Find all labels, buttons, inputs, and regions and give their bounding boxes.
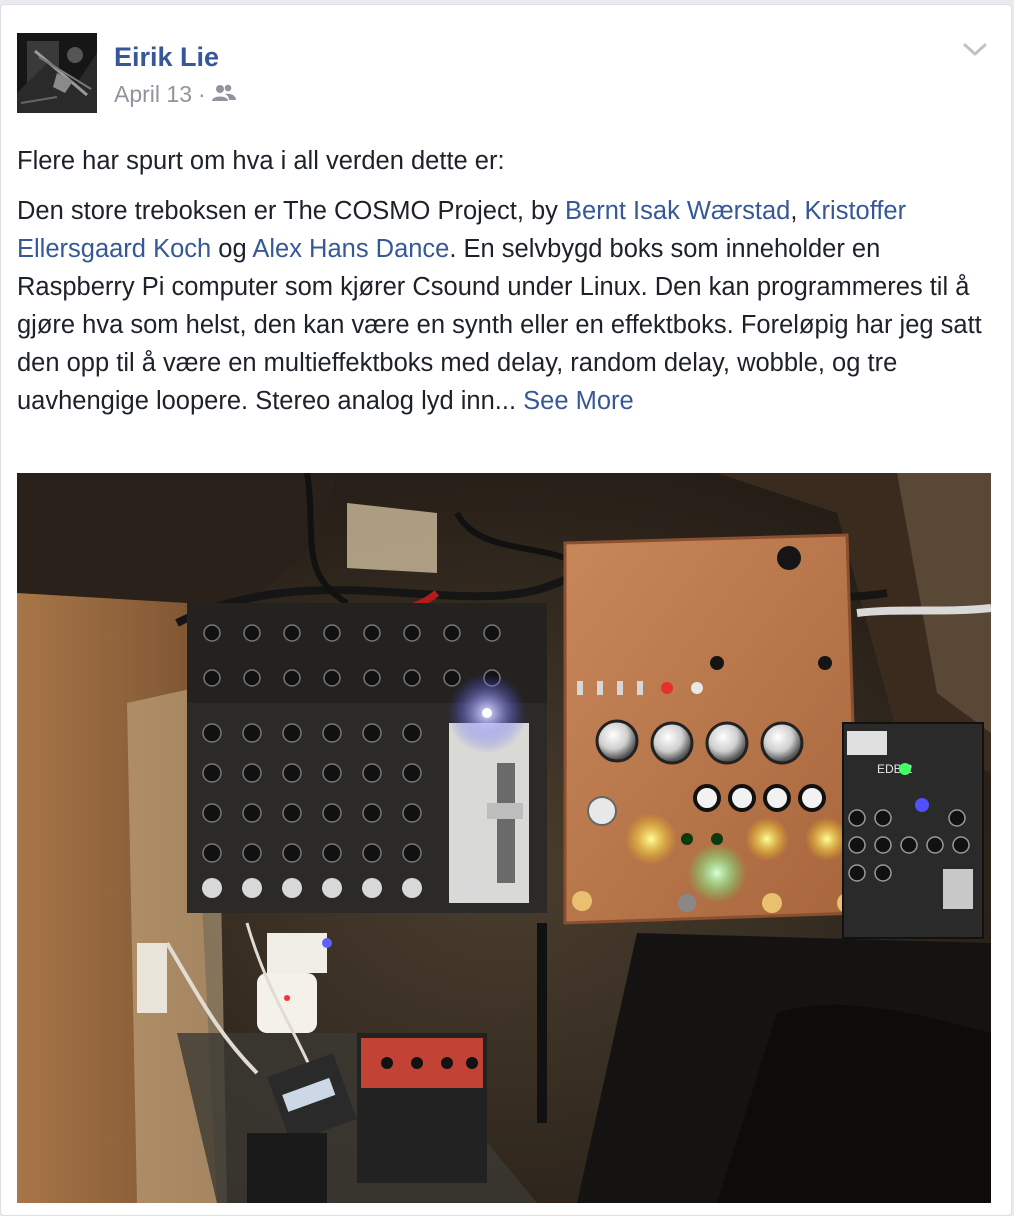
chevron-down-icon[interactable] <box>961 39 989 59</box>
text-segment: Den store treboksen er The COSMO Project… <box>17 197 566 225</box>
text-segment: og <box>211 235 253 263</box>
author-avatar[interactable] <box>17 33 97 113</box>
mention-link-3[interactable]: Alex Hans Dance <box>252 235 449 263</box>
post-intro: Flere har spurt om hva i all verden dett… <box>17 147 505 175</box>
post-paragraph: Den store treboksen er The COSMO Project… <box>17 192 997 420</box>
see-more-link[interactable]: See More <box>523 387 634 415</box>
post-meta: April 13 · <box>114 80 236 108</box>
mention-link-1[interactable]: Bernt Isak Wærstad <box>565 197 790 225</box>
meta-separator: · <box>197 81 206 107</box>
post-date[interactable]: April 13 <box>114 80 192 108</box>
post-card: Eirik Lie April 13 · Flere har spurt om … <box>0 4 1012 1216</box>
friends-icon[interactable] <box>211 80 236 108</box>
text-segment: , <box>790 197 798 225</box>
avatar-image <box>17 33 97 113</box>
photo-image: EDB-2 <box>17 473 991 1203</box>
post-body: Flere har spurt om hva i all verden dett… <box>17 142 997 432</box>
author-name[interactable]: Eirik Lie <box>114 41 219 73</box>
post-photo[interactable]: EDB-2 <box>17 473 991 1203</box>
